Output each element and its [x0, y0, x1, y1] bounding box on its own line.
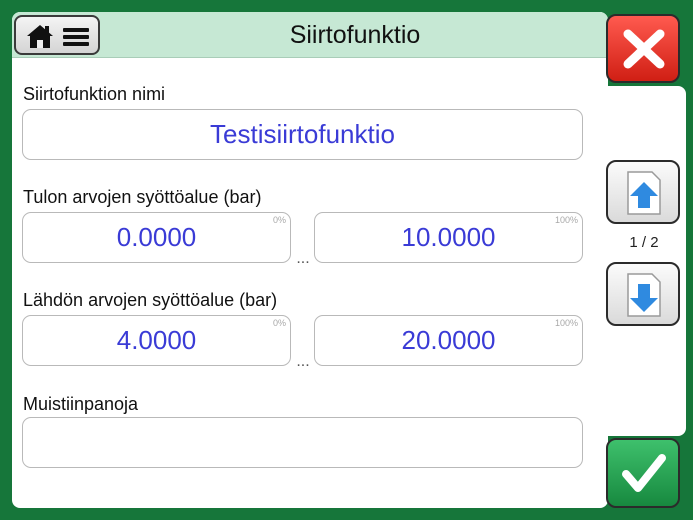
- page-title: Siirtofunktio: [289, 21, 421, 49]
- input-range-label: Tulon arvojen syöttöalue (bar): [23, 187, 262, 207]
- page-up-icon: [627, 171, 661, 215]
- page-up-button[interactable]: [606, 160, 680, 224]
- pct-max-label: 100%: [554, 215, 578, 225]
- output-range-label: Lähdön arvojen syöttöalue (bar): [23, 290, 278, 310]
- output-min-field[interactable]: 0% 4.0000: [22, 315, 291, 366]
- notes-field[interactable]: [22, 417, 583, 468]
- input-max-field[interactable]: 100% 10.0000: [314, 212, 583, 263]
- main-panel: Siirtofunktio Siirtofunktion nimi Testis…: [12, 12, 608, 508]
- page-indicator: 1 / 2: [629, 234, 659, 251]
- home-icon: [27, 25, 89, 48]
- output-max-value: 20.0000: [401, 325, 496, 355]
- input-max-value: 10.0000: [401, 222, 496, 252]
- accept-button[interactable]: [606, 438, 680, 508]
- side-panel-bg: [606, 86, 686, 436]
- menu-icon: [63, 28, 89, 46]
- range-separator: ...: [296, 250, 310, 267]
- output-min-value: 4.0000: [116, 325, 197, 355]
- range-separator: ...: [296, 353, 310, 370]
- name-label: Siirtofunktion nimi: [23, 84, 166, 104]
- input-min-field[interactable]: 0% 0.0000: [22, 212, 291, 263]
- home-menu-button[interactable]: [14, 15, 100, 55]
- name-field[interactable]: Testisiirtofunktio: [22, 109, 583, 160]
- input-min-value: 0.0000: [116, 222, 197, 252]
- pct-min-label: 0%: [272, 318, 286, 328]
- page-down-button[interactable]: [606, 262, 680, 326]
- close-icon: [623, 29, 665, 69]
- output-max-field[interactable]: 100% 20.0000: [314, 315, 583, 366]
- pct-max-label: 100%: [554, 318, 578, 328]
- notes-label: Muistiinpanoja: [23, 394, 139, 414]
- close-button[interactable]: [606, 14, 680, 83]
- side-toolbar: 1 / 2: [604, 0, 693, 520]
- page-down-icon: [627, 273, 661, 317]
- name-value: Testisiirtofunktio: [210, 119, 395, 149]
- header-bar: Siirtofunktio: [12, 12, 608, 58]
- pct-min-label: 0%: [272, 215, 286, 225]
- checkmark-icon: [622, 454, 666, 492]
